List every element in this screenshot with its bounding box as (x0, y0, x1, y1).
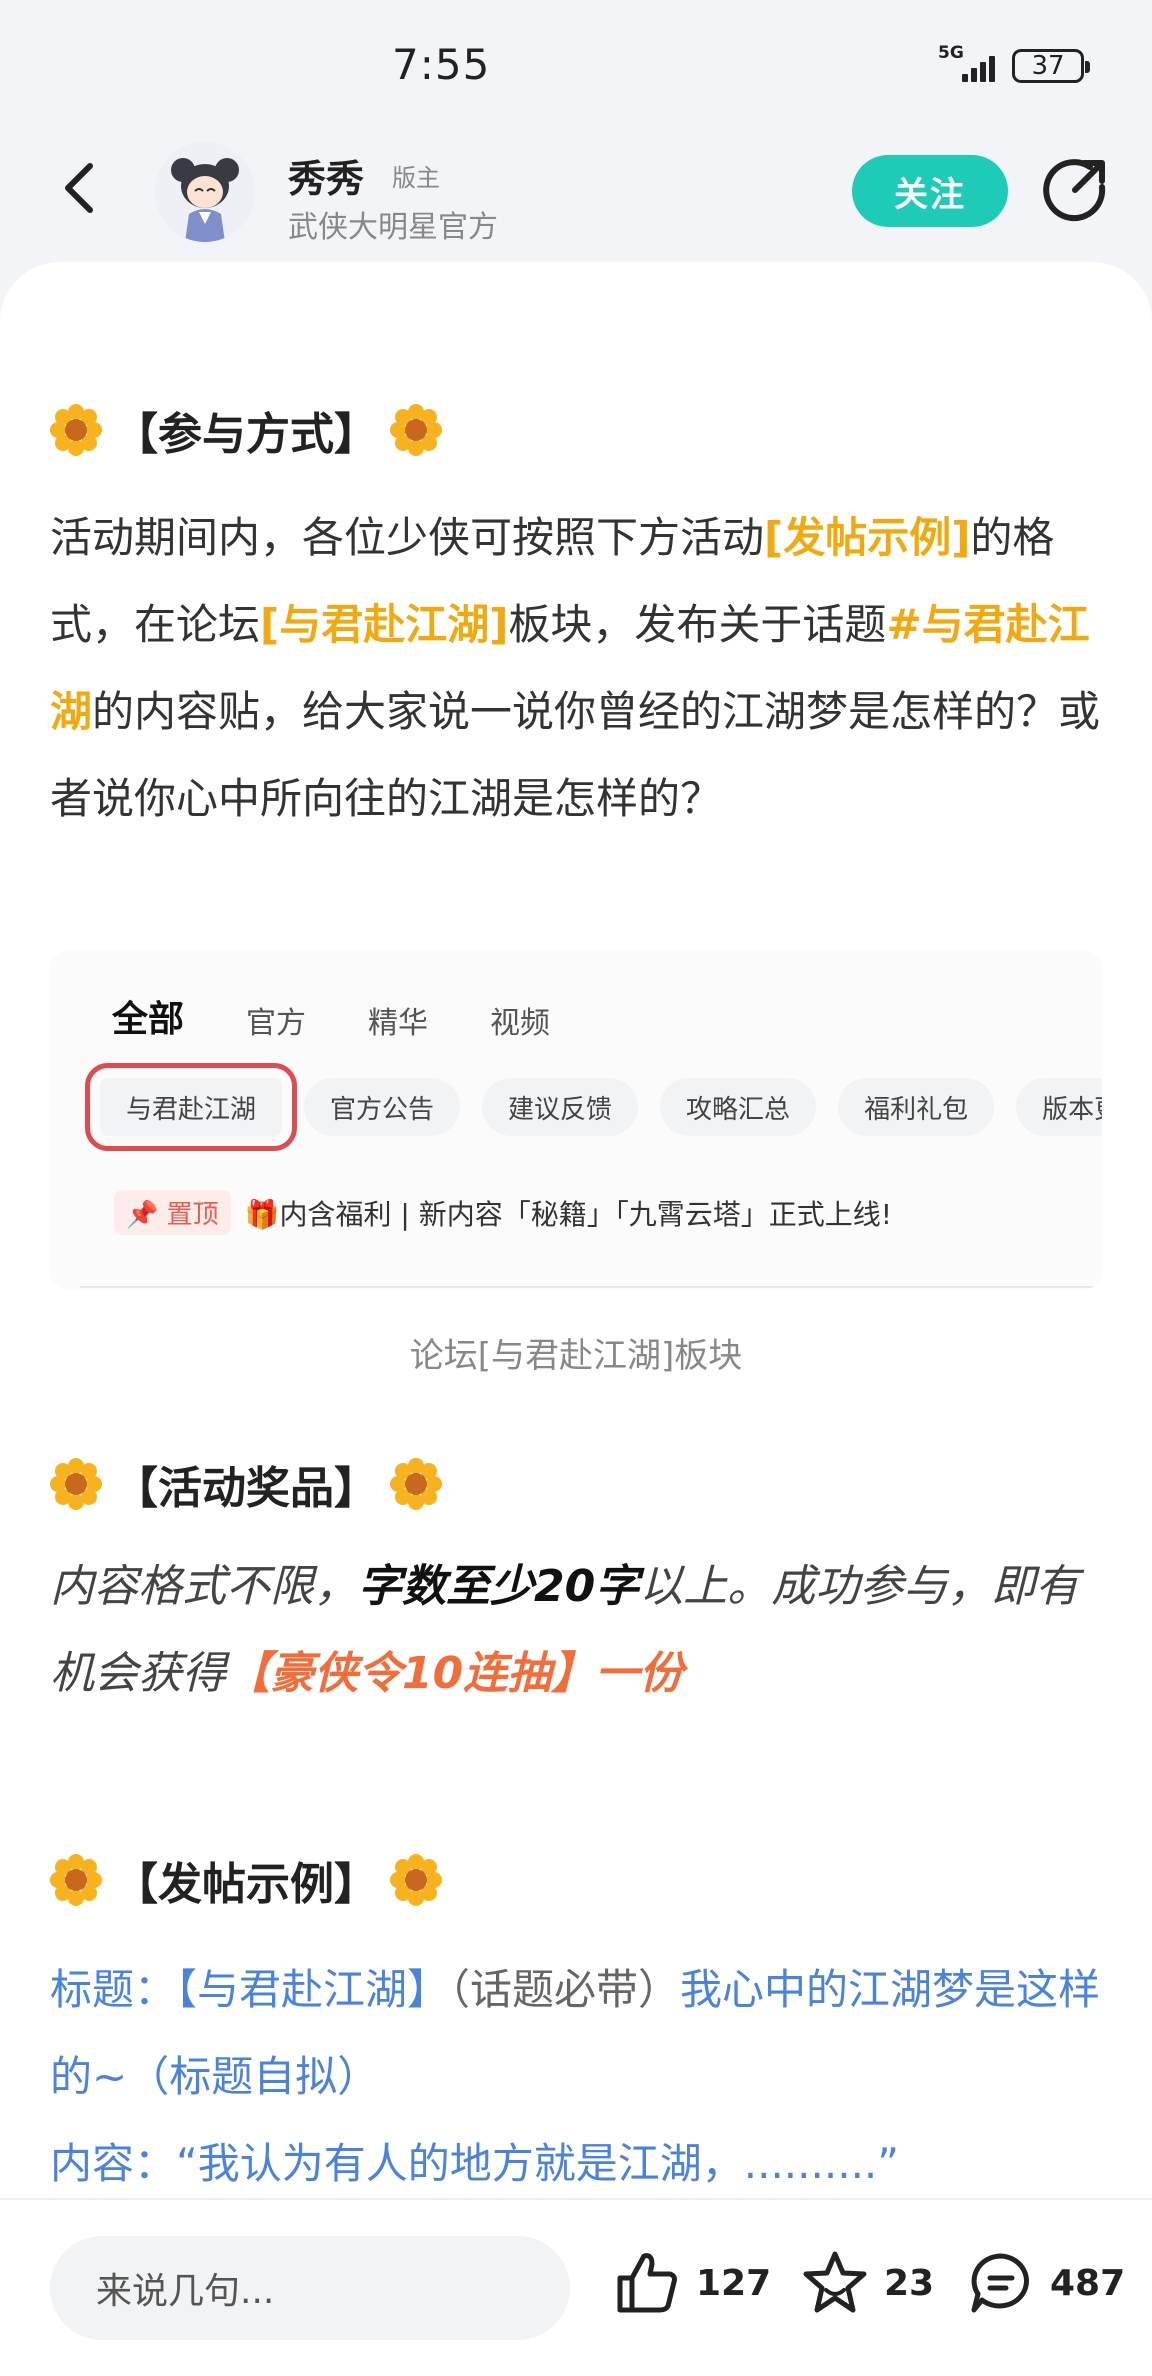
status-icons: 5G 37 (938, 44, 1090, 84)
thumbs-up-icon (617, 2253, 677, 2313)
comment-count: 487 (1050, 2262, 1126, 2304)
pinned-text: 🎁内含福利 | 新内容「秘籍」「九霄云塔」正式上线! (244, 1197, 892, 1231)
forum-screenshot-image[interactable]: 全部 官方 精华 视频 与君赴江湖 官方公告 建议反馈 攻略汇总 福利礼包 版本… (50, 950, 1102, 1290)
section-title-prizes: 【活动奖品】 (50, 1452, 442, 1516)
pinned-label: 置顶 (166, 1200, 219, 1230)
comment-button[interactable]: 487 (966, 2248, 1125, 2318)
sunflower-icon (50, 404, 102, 456)
post-header: 秀秀 版主 武侠大明星官方 关注 (0, 130, 1152, 270)
sunflower-icon (50, 1458, 102, 1510)
bottom-action-bar: 来说几句... 127 23 487 (0, 2198, 1152, 2376)
image-caption: 论坛[与君赴江湖]板块 (409, 1336, 743, 1376)
chevron-left-icon (65, 163, 93, 213)
screenshot-chip: 福利礼包 (838, 1078, 995, 1136)
prize-text: 【豪侠令10连抽】一份 (226, 1648, 684, 1699)
like-button[interactable]: 127 (612, 2248, 771, 2318)
screenshot-chip-highlighted: 与君赴江湖 (84, 1063, 298, 1151)
status-bar: 7:55 5G 37 (0, 0, 1152, 130)
back-button[interactable] (50, 158, 110, 218)
status-time: 7:55 (392, 40, 491, 89)
author-name[interactable]: 秀秀 (288, 148, 364, 203)
section-title-text: 【参与方式】 (114, 409, 378, 460)
share-icon (1043, 159, 1106, 222)
participation-paragraph: 活动期间内，各位少侠可按照下方活动[发帖示例]的格式，在论坛[与君赴江湖]板块，… (50, 494, 1102, 842)
network-type: 5G (938, 43, 964, 63)
section-title-example: 【发帖示例】 (50, 1848, 442, 1912)
post-example-link[interactable]: [发帖示例] (764, 513, 970, 562)
screenshot-tab: 视频 (490, 1006, 551, 1041)
screenshot-tabs: 全部 官方 精华 视频 (112, 990, 551, 1046)
text-run: 板块，发布关于话题 (508, 600, 887, 649)
text-run: 内容格式不限， (50, 1561, 358, 1612)
text-run: 活动期间内，各位少侠可按照下方活动 (50, 513, 765, 562)
text-run: 标题：【与君赴江湖】 (50, 1965, 450, 2014)
comment-icon (971, 2253, 1029, 2313)
post-card: 【参与方式】 活动期间内，各位少侠可按照下方活动[发帖示例]的格式，在论坛[与君… (0, 262, 1152, 2202)
comment-input[interactable]: 来说几句... (50, 2236, 570, 2340)
author-subtitle: 武侠大明星官方 (288, 210, 498, 245)
avatar[interactable] (155, 142, 255, 242)
star-icon (803, 2251, 867, 2313)
avatar-image (155, 142, 255, 242)
battery-level: 37 (1031, 51, 1065, 81)
like-count: 127 (696, 2262, 772, 2304)
screenshot-tab: 全部 (112, 990, 184, 1046)
example-content-line: 内容：“我认为有人的地方就是江湖，..........” (50, 2139, 900, 2188)
screenshot-pinned-row: 📌 置顶 🎁内含福利 | 新内容「秘籍」「九霄云塔」正式上线! (114, 1190, 892, 1235)
battery-icon: 37 (1012, 49, 1090, 83)
screenshot-tab: 精华 (368, 1006, 429, 1041)
sunflower-icon (390, 1854, 442, 1906)
screenshot-chip: 版本更新 (1016, 1078, 1102, 1136)
screenshot-tab: 官方 (246, 1006, 307, 1041)
section-title-text: 【活动奖品】 (114, 1463, 378, 1514)
example-block: 标题：【与君赴江湖】（话题必带）我心中的江湖梦是这样的~（标题自拟） 内容：“我… (50, 1946, 1102, 2202)
divider (80, 1286, 1102, 1288)
text-run-bold: 字数至少20字 (358, 1561, 640, 1612)
section-title-text: 【发帖示例】 (114, 1859, 378, 1910)
share-button[interactable] (1040, 155, 1110, 225)
text-run-muted: （话题必带） (449, 1965, 681, 2014)
sunflower-icon (390, 1458, 442, 1510)
signal-icon: 5G (938, 44, 1000, 84)
screenshot-chip: 攻略汇总 (660, 1078, 817, 1136)
sunflower-icon (50, 1854, 102, 1906)
text-run: 的内容贴，给大家说一说你曾经的江湖梦是怎样的？或者说你心中所向往的江湖是怎样的？ (50, 687, 1101, 823)
section-title-participation: 【参与方式】 (50, 398, 442, 462)
favorite-button[interactable]: 23 (800, 2248, 934, 2318)
prizes-paragraph: 内容格式不限，字数至少20字以上。成功参与，即有机会获得【豪侠令10连抽】一份 (50, 1543, 1102, 1717)
forum-section-link[interactable]: [与君赴江湖] (260, 600, 508, 649)
screenshot-chip: 官方公告 (304, 1078, 461, 1136)
author-role-badge: 版主 (392, 164, 440, 192)
screenshot-chips: 与君赴江湖 官方公告 建议反馈 攻略汇总 福利礼包 版本更新 (84, 1063, 1102, 1151)
screenshot-chip: 建议反馈 (482, 1078, 639, 1136)
favorite-count: 23 (884, 2262, 935, 2304)
example-title-line: 标题：【与君赴江湖】（话题必带）我心中的江湖梦是这样的~（标题自拟） (50, 1946, 1102, 2120)
pinned-tag: 📌 置顶 (114, 1190, 231, 1235)
follow-button[interactable]: 关注 (852, 155, 1008, 227)
sunflower-icon (390, 404, 442, 456)
